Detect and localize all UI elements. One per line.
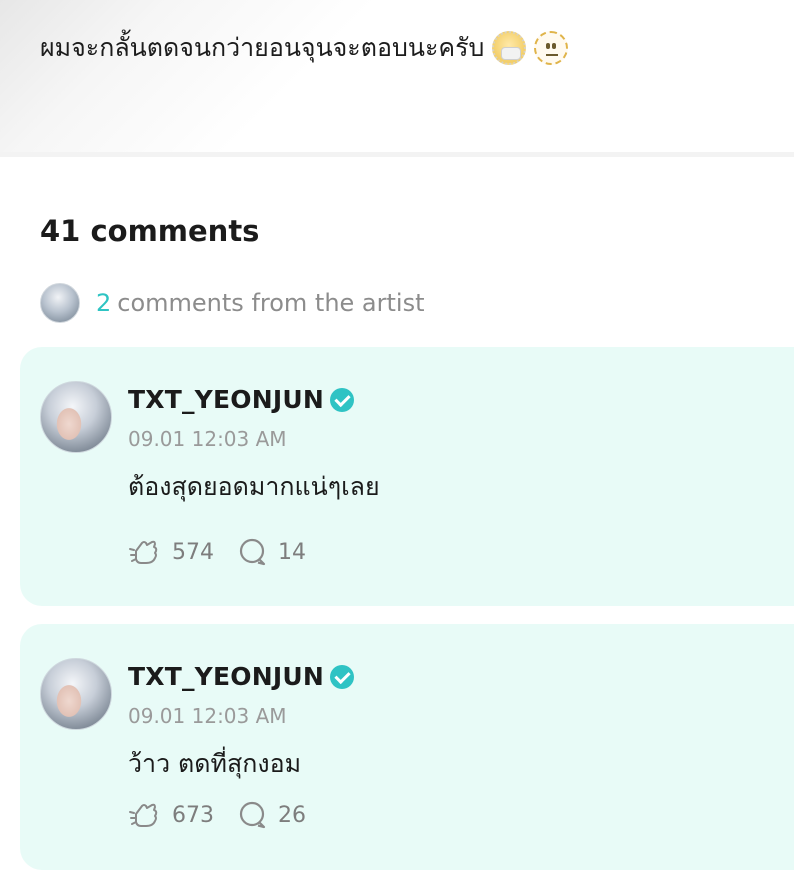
comment-timestamp: 09.01 12:03 AM	[128, 704, 287, 728]
medical-mask-emoji-icon	[492, 31, 527, 65]
artist-comment-label: comments from the artist	[117, 289, 425, 317]
like-count: 574	[172, 539, 214, 565]
comment-timestamp: 09.01 12:03 AM	[128, 427, 287, 451]
dotted-face-emoji-icon	[534, 31, 569, 65]
author-row: TXT_YEONJUN	[128, 662, 354, 691]
reply-icon[interactable]	[238, 800, 268, 830]
like-count: 673	[172, 802, 214, 828]
author-name[interactable]: TXT_YEONJUN	[128, 662, 324, 691]
comments-count: 41 comments	[40, 214, 260, 248]
cheer-icon[interactable]	[128, 800, 162, 830]
cheer-icon[interactable]	[128, 537, 162, 567]
artist-comments-filter[interactable]: 2 comments from the artist	[40, 283, 425, 323]
comment-text: ต้องสุดยอดมากแน่ๆเลย	[128, 472, 380, 501]
reply-count: 14	[278, 539, 306, 565]
author-row: TXT_YEONJUN	[128, 385, 354, 414]
author-name[interactable]: TXT_YEONJUN	[128, 385, 324, 414]
verified-badge-icon	[329, 387, 354, 412]
artist-avatar	[40, 283, 80, 323]
reply-count: 26	[278, 802, 306, 828]
reply-icon[interactable]	[238, 537, 268, 567]
verified-badge-icon	[329, 664, 354, 689]
artist-comment-card[interactable]: TXT_YEONJUN 09.01 12:03 AM ว้าว ตดที่สุก…	[20, 624, 794, 870]
post-text-row: ผมจะกลั้นตดจนกว่ายอนจุนจะตอบนะครับ	[40, 28, 569, 68]
artist-comment-card[interactable]: TXT_YEONJUN 09.01 12:03 AM ต้องสุดยอดมาก…	[20, 347, 794, 606]
comment-text: ว้าว ตดที่สุกงอม	[128, 749, 302, 778]
avatar[interactable]	[40, 658, 112, 730]
artist-comment-count: 2	[96, 289, 112, 317]
comment-actions: 574 14	[128, 537, 330, 567]
post-area: ผมจะกลั้นตดจนกว่ายอนจุนจะตอบนะครับ	[0, 0, 794, 152]
avatar[interactable]	[40, 381, 112, 453]
section-divider	[0, 152, 794, 157]
post-text: ผมจะกลั้นตดจนกว่ายอนจุนจะตอบนะครับ	[40, 33, 485, 62]
comment-actions: 673 26	[128, 800, 330, 830]
